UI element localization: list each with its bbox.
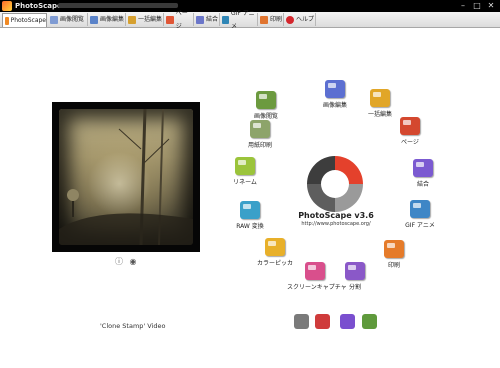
- paper-print-icon: [250, 120, 270, 138]
- menu-page[interactable]: ページ: [385, 117, 435, 146]
- combine-icon: [196, 15, 204, 24]
- menu-paper-print[interactable]: 用紙印刷: [235, 120, 285, 149]
- photo-scene: [59, 109, 193, 245]
- menu-batch[interactable]: 一括編集: [355, 89, 405, 118]
- menu-combine[interactable]: 結合: [398, 159, 448, 188]
- tab-gif[interactable]: GIF アニメ: [220, 10, 258, 30]
- photo-action-icons: ⓘ ◉: [115, 256, 137, 267]
- raw-convert-icon: [240, 201, 260, 219]
- rename-icon: [235, 157, 255, 175]
- tab-bar: PhotoScape 画像閲覧 画像編集 一括編集 ページ 結合 GIF アニメ…: [0, 10, 500, 30]
- window-title: PhotoScape: [15, 2, 62, 10]
- redacted-title-text: [58, 3, 178, 8]
- menu-label: 結合: [416, 181, 429, 188]
- menu-viewer[interactable]: 画像閲覧: [241, 91, 291, 120]
- logo-url[interactable]: http://www.photoscape.org/: [288, 221, 384, 227]
- tab-label: 印刷: [270, 16, 283, 23]
- minimize-button[interactable]: –: [456, 0, 470, 12]
- page-icon: [166, 15, 174, 24]
- menu-editor[interactable]: 画像編集: [310, 80, 360, 109]
- gif-icon: [222, 15, 230, 24]
- tab-batch[interactable]: 一括編集: [126, 13, 164, 26]
- viewer-icon: [256, 91, 276, 109]
- language-icon[interactable]: [315, 314, 330, 329]
- print-icon: [384, 240, 404, 258]
- photoscape-logo-icon: [307, 156, 363, 212]
- tab-label: 一括編集: [138, 16, 163, 23]
- batch-icon: [128, 15, 136, 24]
- tab-print[interactable]: 印刷: [258, 13, 284, 26]
- tab-viewer[interactable]: 画像閲覧: [48, 13, 88, 26]
- color-picker-icon: [265, 238, 285, 256]
- viewer-icon: [50, 15, 58, 24]
- tab-photoscape[interactable]: PhotoScape: [2, 13, 47, 27]
- menu-label: カラーピッカ: [256, 260, 293, 267]
- tab-editor[interactable]: 画像編集: [88, 13, 126, 26]
- batch-icon: [370, 89, 390, 107]
- menu-label: 画像編集: [322, 102, 347, 109]
- photoscape-app-icon: [2, 1, 12, 11]
- split-icon: [345, 262, 365, 280]
- menu-rename[interactable]: リネーム: [220, 157, 270, 186]
- page-icon: [400, 117, 420, 135]
- tab-label: 画像編集: [100, 16, 125, 23]
- menu-label: ページ: [401, 139, 419, 146]
- print-icon: [260, 15, 268, 24]
- tab-page[interactable]: ページ: [164, 10, 194, 30]
- user-icon[interactable]: [340, 314, 355, 329]
- photoscape-logo-icon: [5, 16, 9, 25]
- camera-icon[interactable]: ◉: [130, 257, 137, 266]
- menu-label: スクリーンキャプチャ: [287, 284, 347, 291]
- menu-label: リネーム: [233, 179, 257, 186]
- menu-label: 画像閲覧: [253, 113, 278, 120]
- logo-title: PhotoScape v3.6: [298, 211, 374, 220]
- gif-icon: [410, 200, 430, 218]
- tab-label: 結合: [206, 16, 219, 23]
- tab-label: PhotoScape: [10, 17, 46, 24]
- help-icon: [286, 15, 294, 24]
- close-button[interactable]: ✕: [484, 0, 498, 12]
- image-icon[interactable]: [362, 314, 377, 329]
- featured-photo[interactable]: [59, 109, 193, 245]
- menu-label: RAW 変換: [236, 223, 264, 230]
- tab-combine[interactable]: 結合: [194, 13, 220, 26]
- maximize-button[interactable]: □: [470, 0, 484, 12]
- info-icon[interactable]: ⓘ: [115, 257, 123, 266]
- tab-label: ヘルプ: [296, 16, 315, 23]
- menu-color-picker[interactable]: カラーピッカ: [250, 238, 300, 267]
- featured-photo-frame[interactable]: [52, 102, 200, 252]
- menu-gif[interactable]: GIF アニメ: [395, 200, 445, 229]
- screen-capture-icon: [305, 262, 325, 280]
- menu-label: GIF アニメ: [405, 222, 435, 229]
- menu-label: 用紙印刷: [247, 142, 272, 149]
- menu-raw-convert[interactable]: RAW 変換: [225, 201, 275, 230]
- editor-icon: [90, 15, 98, 24]
- tab-help[interactable]: ヘルプ: [284, 13, 316, 26]
- editor-icon: [325, 80, 345, 98]
- photo-caption[interactable]: 'Clone Stamp' Video: [100, 322, 165, 330]
- tools-icon[interactable]: [294, 314, 309, 329]
- combine-icon: [413, 159, 433, 177]
- tab-label: 画像閲覧: [60, 16, 85, 23]
